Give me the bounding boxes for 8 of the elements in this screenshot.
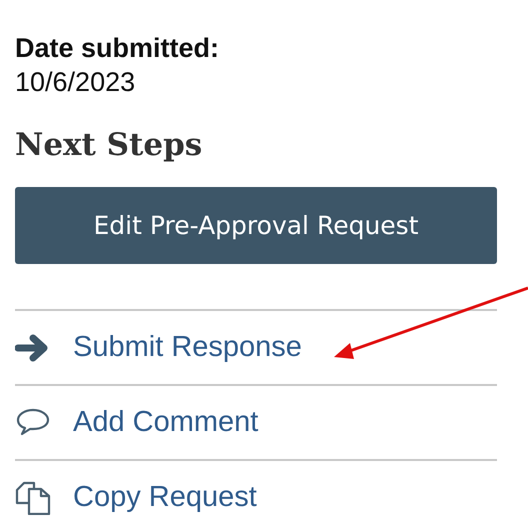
action-link[interactable]: Add Comment (73, 406, 258, 439)
section-heading: Next Steps (15, 126, 204, 165)
edit-request-button[interactable]: Edit Pre-Approval Request (15, 187, 497, 264)
field-label: Date submitted: (15, 32, 220, 65)
field-value: 10/6/2023 (15, 66, 136, 99)
action-link[interactable]: Copy Request (73, 481, 257, 514)
copy-icon (15, 480, 51, 514)
action-link[interactable]: Submit Response (73, 331, 302, 364)
